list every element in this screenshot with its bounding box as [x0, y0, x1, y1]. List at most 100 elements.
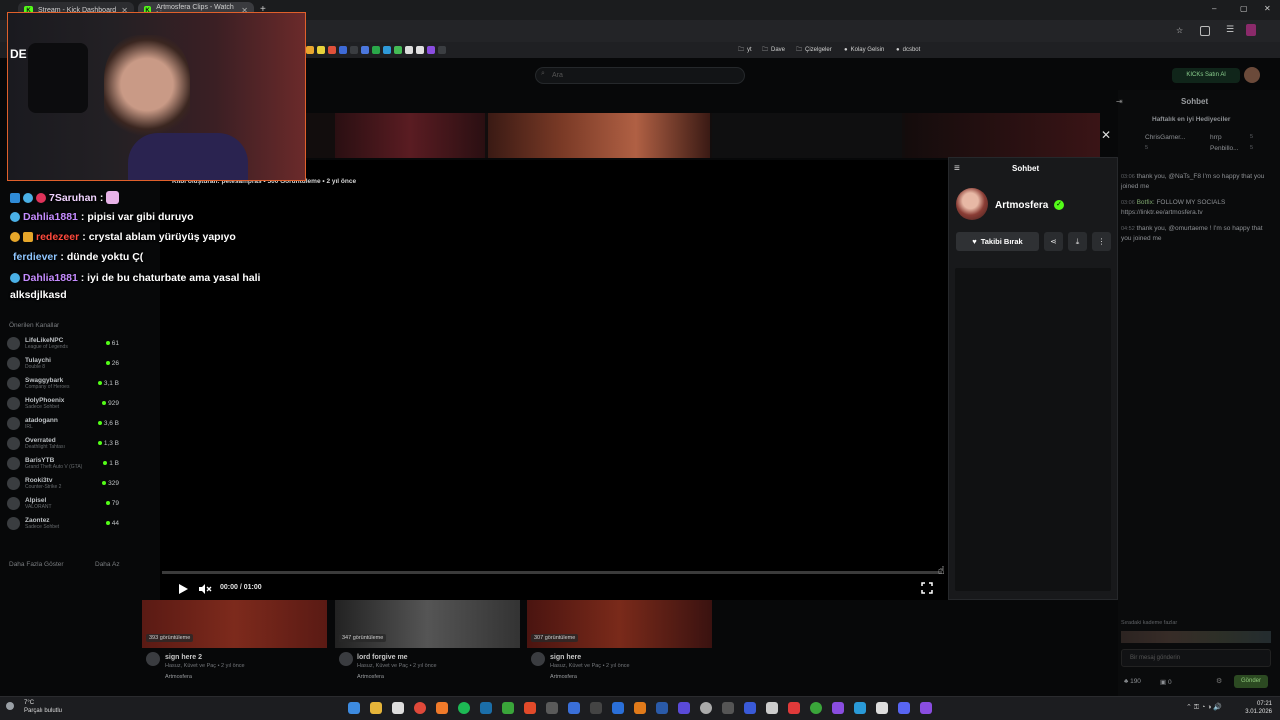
settings-gear-icon[interactable]: [700, 702, 712, 714]
lightroom-icon[interactable]: [656, 702, 668, 714]
sidebar-channel[interactable]: Alpisel VALORANT 79: [7, 493, 119, 513]
windows-start-icon[interactable]: [348, 702, 360, 714]
clip-card-info[interactable]: sign here Hasuz, Küvet ve Paç • 2 yıl ön…: [550, 653, 630, 682]
show-more-link[interactable]: Daha Fazla Göster: [9, 561, 64, 568]
bookmark-icon[interactable]: [361, 46, 369, 54]
avatar: [339, 652, 353, 666]
bookmark-kolay-gelsin[interactable]: ● Kolay Gelsin: [844, 45, 884, 55]
sidebar-channel[interactable]: Tulaychi Double 8 26: [7, 353, 119, 373]
sidebar-channel[interactable]: HolyPhoenix Sadece Sohbet 929: [7, 393, 119, 413]
sidebar-channel[interactable]: Overrated Deathlight Tahtası 1,3 B: [7, 433, 119, 453]
profile-icon[interactable]: [1246, 24, 1256, 36]
emote-row[interactable]: [1121, 631, 1271, 643]
viewer-count: 26: [105, 360, 119, 367]
taskbar-app-icon[interactable]: [722, 702, 734, 714]
sidebar-channel[interactable]: Swaggybark Company of Heroes 3,1 B: [7, 373, 119, 393]
bookmark-icon[interactable]: [405, 46, 413, 54]
bookmark-dave[interactable]: 🗀 Dave: [762, 45, 785, 55]
taskbar-app-icon[interactable]: [876, 702, 888, 714]
clip-card-info[interactable]: sign here 2 Hasuz, Küvet ve Paç • 2 yıl …: [165, 653, 245, 682]
taskbar-app-icon[interactable]: [854, 702, 866, 714]
close-clip-icon[interactable]: ✕: [1101, 128, 1111, 142]
clip-thumbnail[interactable]: [335, 113, 485, 158]
xbox-icon[interactable]: [502, 702, 514, 714]
sidebar-channel[interactable]: Zaontez Sadece Sohbet 44: [7, 513, 119, 533]
bookmark-icon[interactable]: [317, 46, 325, 54]
media-icon[interactable]: ☰: [1226, 24, 1234, 35]
bookmark-yt[interactable]: 🗀 yt: [738, 45, 752, 55]
taskbar-app-icon[interactable]: [744, 702, 756, 714]
mute-button[interactable]: [198, 582, 212, 596]
show-less-link[interactable]: Daha Az: [95, 561, 120, 568]
close-window-icon[interactable]: ✕: [1264, 4, 1271, 13]
chrome-icon[interactable]: [414, 702, 426, 714]
channel-name[interactable]: Artmosfera: [995, 200, 1048, 211]
taskbar-app-icon[interactable]: [766, 702, 778, 714]
bookmark-icon[interactable]: [394, 46, 402, 54]
sidebar-channel[interactable]: atadogann IRL 3,6 B: [7, 413, 119, 433]
maximize-icon[interactable]: ▢: [1240, 4, 1248, 13]
taskbar-app-icon[interactable]: [568, 702, 580, 714]
send-button[interactable]: Gönder: [1234, 675, 1268, 688]
taskbar-app-icon[interactable]: [832, 702, 844, 714]
minimize-icon[interactable]: –: [1212, 4, 1216, 13]
play-button[interactable]: [176, 582, 190, 596]
clip-thumbnail[interactable]: [905, 113, 1100, 158]
illustrator-icon[interactable]: [634, 702, 646, 714]
steam-icon[interactable]: [480, 702, 492, 714]
bookmark-dcsbot[interactable]: ● dcsbot: [896, 45, 920, 55]
video-player[interactable]: [160, 160, 948, 600]
sidebar-channel[interactable]: LifeLikeNPC League of Legends 61: [7, 333, 119, 353]
bookmark-icon[interactable]: [383, 46, 391, 54]
spotify-icon[interactable]: [458, 702, 470, 714]
taskbar-app-icon[interactable]: [920, 702, 932, 714]
bookmark-icon[interactable]: [306, 46, 314, 54]
extensions-icon[interactable]: [1200, 26, 1210, 36]
taskbar-app-icon[interactable]: [788, 702, 800, 714]
file-explorer-icon[interactable]: [370, 702, 382, 714]
user-avatar[interactable]: [1244, 67, 1260, 83]
brave-icon[interactable]: [436, 702, 448, 714]
collapse-chat-icon[interactable]: ⇥: [1116, 97, 1123, 106]
taskbar-app-icon[interactable]: [546, 702, 558, 714]
bookmark-icon[interactable]: [350, 46, 358, 54]
bookmark-icon[interactable]: [339, 46, 347, 54]
more-options-button[interactable]: ⋮: [1092, 232, 1111, 251]
channel-avatar[interactable]: [956, 188, 988, 220]
bookmark-cizelgeler[interactable]: 🗀 Çizelgeler: [796, 45, 832, 55]
progress-bar[interactable]: [162, 571, 942, 574]
taskbar-app-icon[interactable]: [392, 702, 404, 714]
clip-thumbnail[interactable]: [488, 113, 710, 158]
share-button[interactable]: ⋖: [1044, 232, 1063, 251]
buy-kicks-button[interactable]: KICKs Satın Al: [1172, 68, 1240, 83]
chat-input[interactable]: Bir mesaj gönderin: [1121, 649, 1271, 667]
after-effects-icon[interactable]: [678, 702, 690, 714]
system-clock[interactable]: 07:21 3.01.2026: [1236, 700, 1272, 716]
bookmark-icon[interactable]: [328, 46, 336, 54]
photoshop-icon[interactable]: [612, 702, 624, 714]
clip-card-info[interactable]: lord forgive me Hasuz, Küvet ve Paç • 2 …: [357, 653, 437, 682]
star-icon[interactable]: ☆: [1176, 26, 1183, 35]
tray-icons[interactable]: ⌃ ⚿ ◔ ◑ 🔊: [1186, 703, 1222, 712]
download-button[interactable]: ⤓: [1068, 232, 1087, 251]
search-input[interactable]: Ara: [535, 67, 745, 84]
clip-thumbnail[interactable]: [712, 113, 902, 158]
bookmark-icon[interactable]: [416, 46, 424, 54]
taskbar-app-icon[interactable]: [524, 702, 536, 714]
taskbar-app-icon[interactable]: [590, 702, 602, 714]
bookmark-icon[interactable]: [438, 46, 446, 54]
sidebar-channel[interactable]: Rooki3tv Counter-Strike 2 329: [7, 473, 119, 493]
weather-widget[interactable]: 7°C Parçalı bulutlu: [24, 699, 62, 715]
bookmark-icon[interactable]: [427, 46, 435, 54]
taskbar-app-icon[interactable]: [810, 702, 822, 714]
fullscreen-button[interactable]: [920, 581, 934, 595]
badge-icon: [10, 192, 20, 203]
bookmark-icon[interactable]: [372, 46, 380, 54]
unfollow-button[interactable]: ♥ Takibi Bırak: [956, 232, 1039, 251]
collapse-panel-icon[interactable]: ≡: [954, 163, 960, 174]
badge-icon: [10, 232, 20, 242]
discord-icon[interactable]: [898, 702, 910, 714]
badge-icon: [10, 273, 20, 284]
sidebar-channel[interactable]: BarisYTB Grand Theft Auto V (GTA) 1 B: [7, 453, 119, 473]
settings-gear-icon[interactable]: ⚙: [1216, 677, 1222, 685]
